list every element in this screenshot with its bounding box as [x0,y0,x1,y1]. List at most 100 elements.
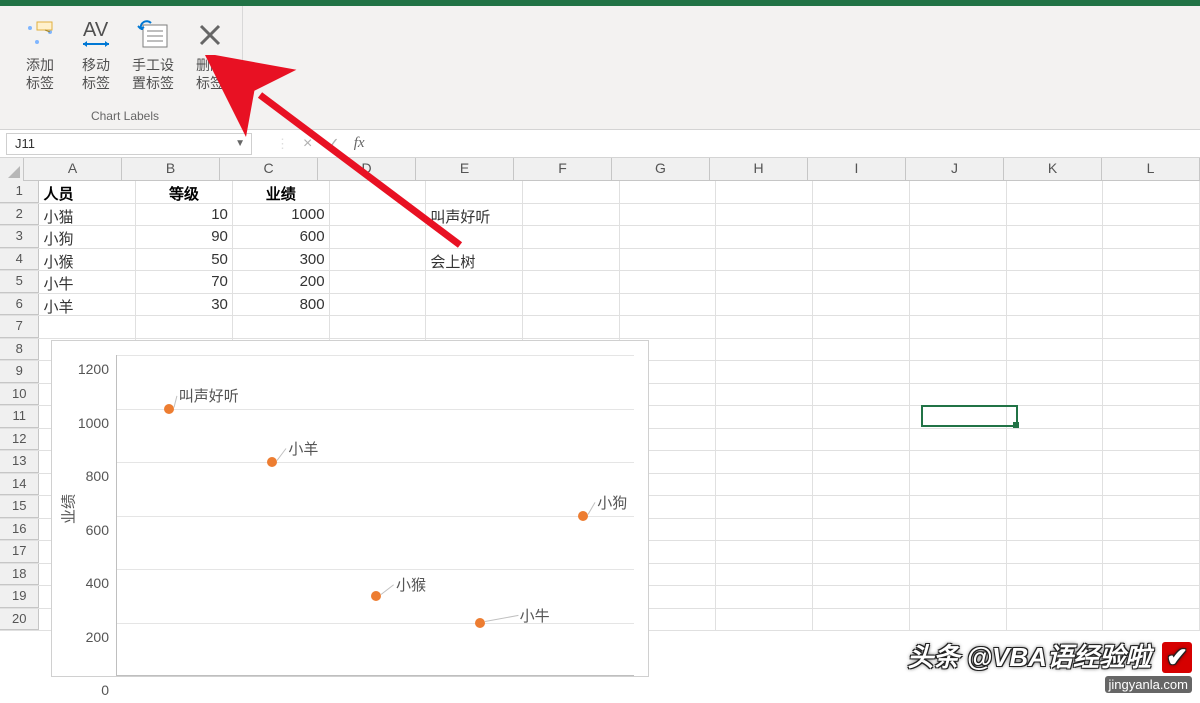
cell-A4[interactable]: 小猴 [39,249,136,271]
cell-D4[interactable] [330,249,427,271]
cell-H15[interactable] [716,496,813,518]
cell-I14[interactable] [813,474,910,496]
cell-L17[interactable] [1103,541,1200,563]
cell-J10[interactable] [910,384,1007,406]
cell-E1[interactable] [426,181,523,203]
cell-C6[interactable]: 800 [233,294,330,316]
cell-H12[interactable] [716,429,813,451]
manual-label-button[interactable]: 手工设 置标签 [124,12,182,96]
cell-K2[interactable] [1007,204,1104,226]
cell-H17[interactable] [716,541,813,563]
data-point[interactable] [164,404,174,414]
cell-L8[interactable] [1103,339,1200,361]
row-header-8[interactable]: 8 [0,339,39,361]
cell-G2[interactable] [620,204,717,226]
cell-H14[interactable] [716,474,813,496]
cell-F2[interactable] [523,204,620,226]
cell-A6[interactable]: 小羊 [39,294,136,316]
row-header-7[interactable]: 7 [0,316,39,338]
row-header-12[interactable]: 12 [0,429,39,451]
cell-H9[interactable] [716,361,813,383]
accept-formula-icon[interactable]: ✓ [326,134,339,154]
cell-A7[interactable] [39,316,136,338]
name-box[interactable]: J11 ▼ [6,133,252,155]
cell-I15[interactable] [813,496,910,518]
cell-J9[interactable] [910,361,1007,383]
cell-G6[interactable] [620,294,717,316]
cell-L6[interactable] [1103,294,1200,316]
add-label-button[interactable]: 添加 标签 [12,12,68,96]
cell-J14[interactable] [910,474,1007,496]
cell-H13[interactable] [716,451,813,473]
cell-H4[interactable] [716,249,813,271]
cell-E4[interactable]: 会上树 [426,249,523,271]
cell-K12[interactable] [1007,429,1104,451]
cell-L13[interactable] [1103,451,1200,473]
cell-H5[interactable] [716,271,813,293]
chevron-down-icon[interactable]: ▼ [235,138,251,149]
cell-L5[interactable] [1103,271,1200,293]
cell-C4[interactable]: 300 [233,249,330,271]
cell-J20[interactable] [910,609,1007,631]
row-header-5[interactable]: 5 [0,271,39,293]
col-header-D[interactable]: D [318,158,416,180]
cell-L10[interactable] [1103,384,1200,406]
row-header-17[interactable]: 17 [0,541,39,563]
cell-K9[interactable] [1007,361,1104,383]
cell-K4[interactable] [1007,249,1104,271]
cell-L16[interactable] [1103,519,1200,541]
cell-H16[interactable] [716,519,813,541]
row-header-11[interactable]: 11 [0,406,39,428]
cell-J8[interactable] [910,339,1007,361]
row-header-16[interactable]: 16 [0,519,39,541]
cell-J17[interactable] [910,541,1007,563]
cell-L7[interactable] [1103,316,1200,338]
move-label-button[interactable]: AV 移动 标签 [68,12,124,96]
cell-J12[interactable] [910,429,1007,451]
data-label[interactable]: 小猴 [396,574,426,595]
cell-K15[interactable] [1007,496,1104,518]
row-header-19[interactable]: 19 [0,586,39,608]
row-header-6[interactable]: 6 [0,294,39,316]
cell-J5[interactable] [910,271,1007,293]
col-header-C[interactable]: C [220,158,318,180]
cell-I2[interactable] [813,204,910,226]
data-point[interactable] [475,618,485,628]
cell-D1[interactable] [330,181,427,203]
cell-K17[interactable] [1007,541,1104,563]
cell-L15[interactable] [1103,496,1200,518]
row-header-13[interactable]: 13 [0,451,39,473]
cell-L3[interactable] [1103,226,1200,248]
col-header-J[interactable]: J [906,158,1004,180]
cell-I12[interactable] [813,429,910,451]
cell-A3[interactable]: 小狗 [39,226,136,248]
cell-K18[interactable] [1007,564,1104,586]
cell-C3[interactable]: 600 [233,226,330,248]
cell-H11[interactable] [716,406,813,428]
col-header-L[interactable]: L [1102,158,1200,180]
data-point[interactable] [267,457,277,467]
cell-B4[interactable]: 50 [136,249,233,271]
col-header-E[interactable]: E [416,158,514,180]
cell-F6[interactable] [523,294,620,316]
data-label[interactable]: 小羊 [288,438,318,459]
cancel-formula-icon[interactable]: × [303,135,312,153]
cell-H3[interactable] [716,226,813,248]
cell-J18[interactable] [910,564,1007,586]
cell-K16[interactable] [1007,519,1104,541]
cell-L11[interactable] [1103,406,1200,428]
cell-B1[interactable]: 等级 [136,181,233,203]
cell-K5[interactable] [1007,271,1104,293]
cell-H1[interactable] [716,181,813,203]
row-header-1[interactable]: 1 [0,181,39,203]
cell-K14[interactable] [1007,474,1104,496]
embedded-chart[interactable]: 业绩 020040060080010001200叫声好听小羊小猴小牛小狗 [51,340,649,677]
cell-I13[interactable] [813,451,910,473]
formula-input[interactable] [365,133,1200,155]
col-header-G[interactable]: G [612,158,710,180]
cell-L1[interactable] [1103,181,1200,203]
delete-label-button[interactable]: 删除 标签 [182,12,238,96]
cell-J13[interactable] [910,451,1007,473]
cell-H2[interactable] [716,204,813,226]
cell-I10[interactable] [813,384,910,406]
